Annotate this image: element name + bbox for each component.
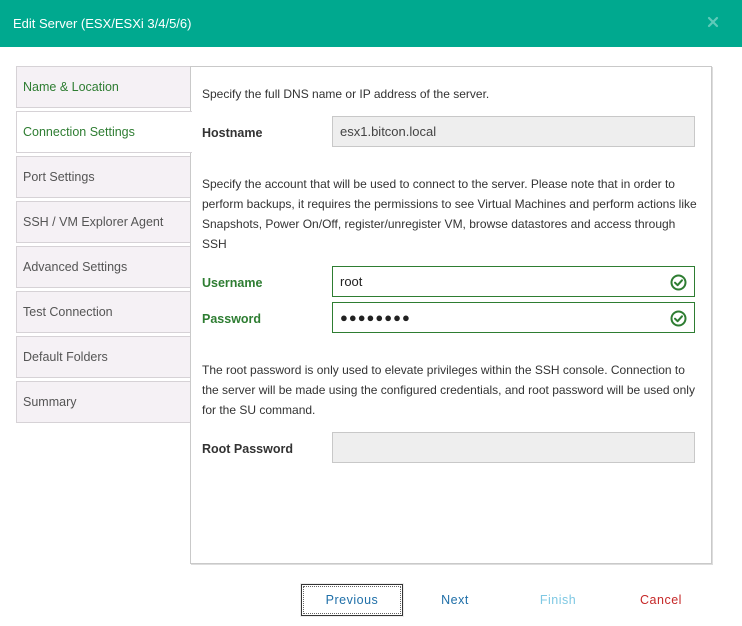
step-label: Advanced Settings [23, 260, 128, 274]
check-circle-icon [670, 310, 687, 327]
username-input[interactable]: root [332, 266, 695, 297]
next-button[interactable]: Next [420, 584, 490, 616]
password-value: ●●●●●●●● [340, 310, 411, 325]
previous-button[interactable]: Previous [301, 584, 403, 616]
close-icon[interactable] [706, 15, 720, 29]
root-password-label: Root Password [202, 442, 293, 456]
wizard-steps-sidebar: Name & Location Connection Settings Port… [16, 66, 192, 426]
step-label: Name & Location [23, 80, 119, 94]
password-input[interactable]: ●●●●●●●● [332, 302, 695, 333]
step-label: Port Settings [23, 170, 95, 184]
hostname-input[interactable]: esx1.bitcon.local [332, 116, 695, 147]
step-name-location[interactable]: Name & Location [16, 66, 191, 108]
root-instruction: The root password is only used to elevat… [202, 363, 695, 417]
step-summary[interactable]: Summary [16, 381, 191, 423]
cancel-button[interactable]: Cancel [626, 584, 696, 616]
password-label: Password [202, 312, 262, 326]
step-label: Default Folders [23, 350, 108, 364]
account-instruction: Specify the account that will be used to… [202, 177, 697, 251]
finish-button[interactable]: Finish [523, 584, 593, 616]
dialog-titlebar: Edit Server (ESX/ESXi 3/4/5/6) [0, 0, 742, 47]
dns-instruction: Specify the full DNS name or IP address … [202, 87, 490, 101]
step-advanced-settings[interactable]: Advanced Settings [16, 246, 191, 288]
hostname-value: esx1.bitcon.local [340, 124, 437, 139]
check-circle-icon [670, 274, 687, 291]
step-default-folders[interactable]: Default Folders [16, 336, 191, 378]
step-ssh-vm-explorer-agent[interactable]: SSH / VM Explorer Agent [16, 201, 191, 243]
step-label: SSH / VM Explorer Agent [23, 215, 164, 229]
connection-settings-panel: Specify the full DNS name or IP address … [190, 66, 712, 564]
hostname-label: Hostname [202, 126, 263, 140]
dialog-title: Edit Server (ESX/ESXi 3/4/5/6) [13, 16, 192, 31]
step-connection-settings[interactable]: Connection Settings [16, 111, 192, 153]
root-password-input[interactable] [332, 432, 695, 463]
step-label: Connection Settings [23, 125, 135, 139]
step-label: Summary [23, 395, 77, 409]
step-label: Test Connection [23, 305, 113, 319]
step-port-settings[interactable]: Port Settings [16, 156, 191, 198]
step-test-connection[interactable]: Test Connection [16, 291, 191, 333]
username-label: Username [202, 276, 263, 290]
username-value: root [340, 274, 363, 289]
